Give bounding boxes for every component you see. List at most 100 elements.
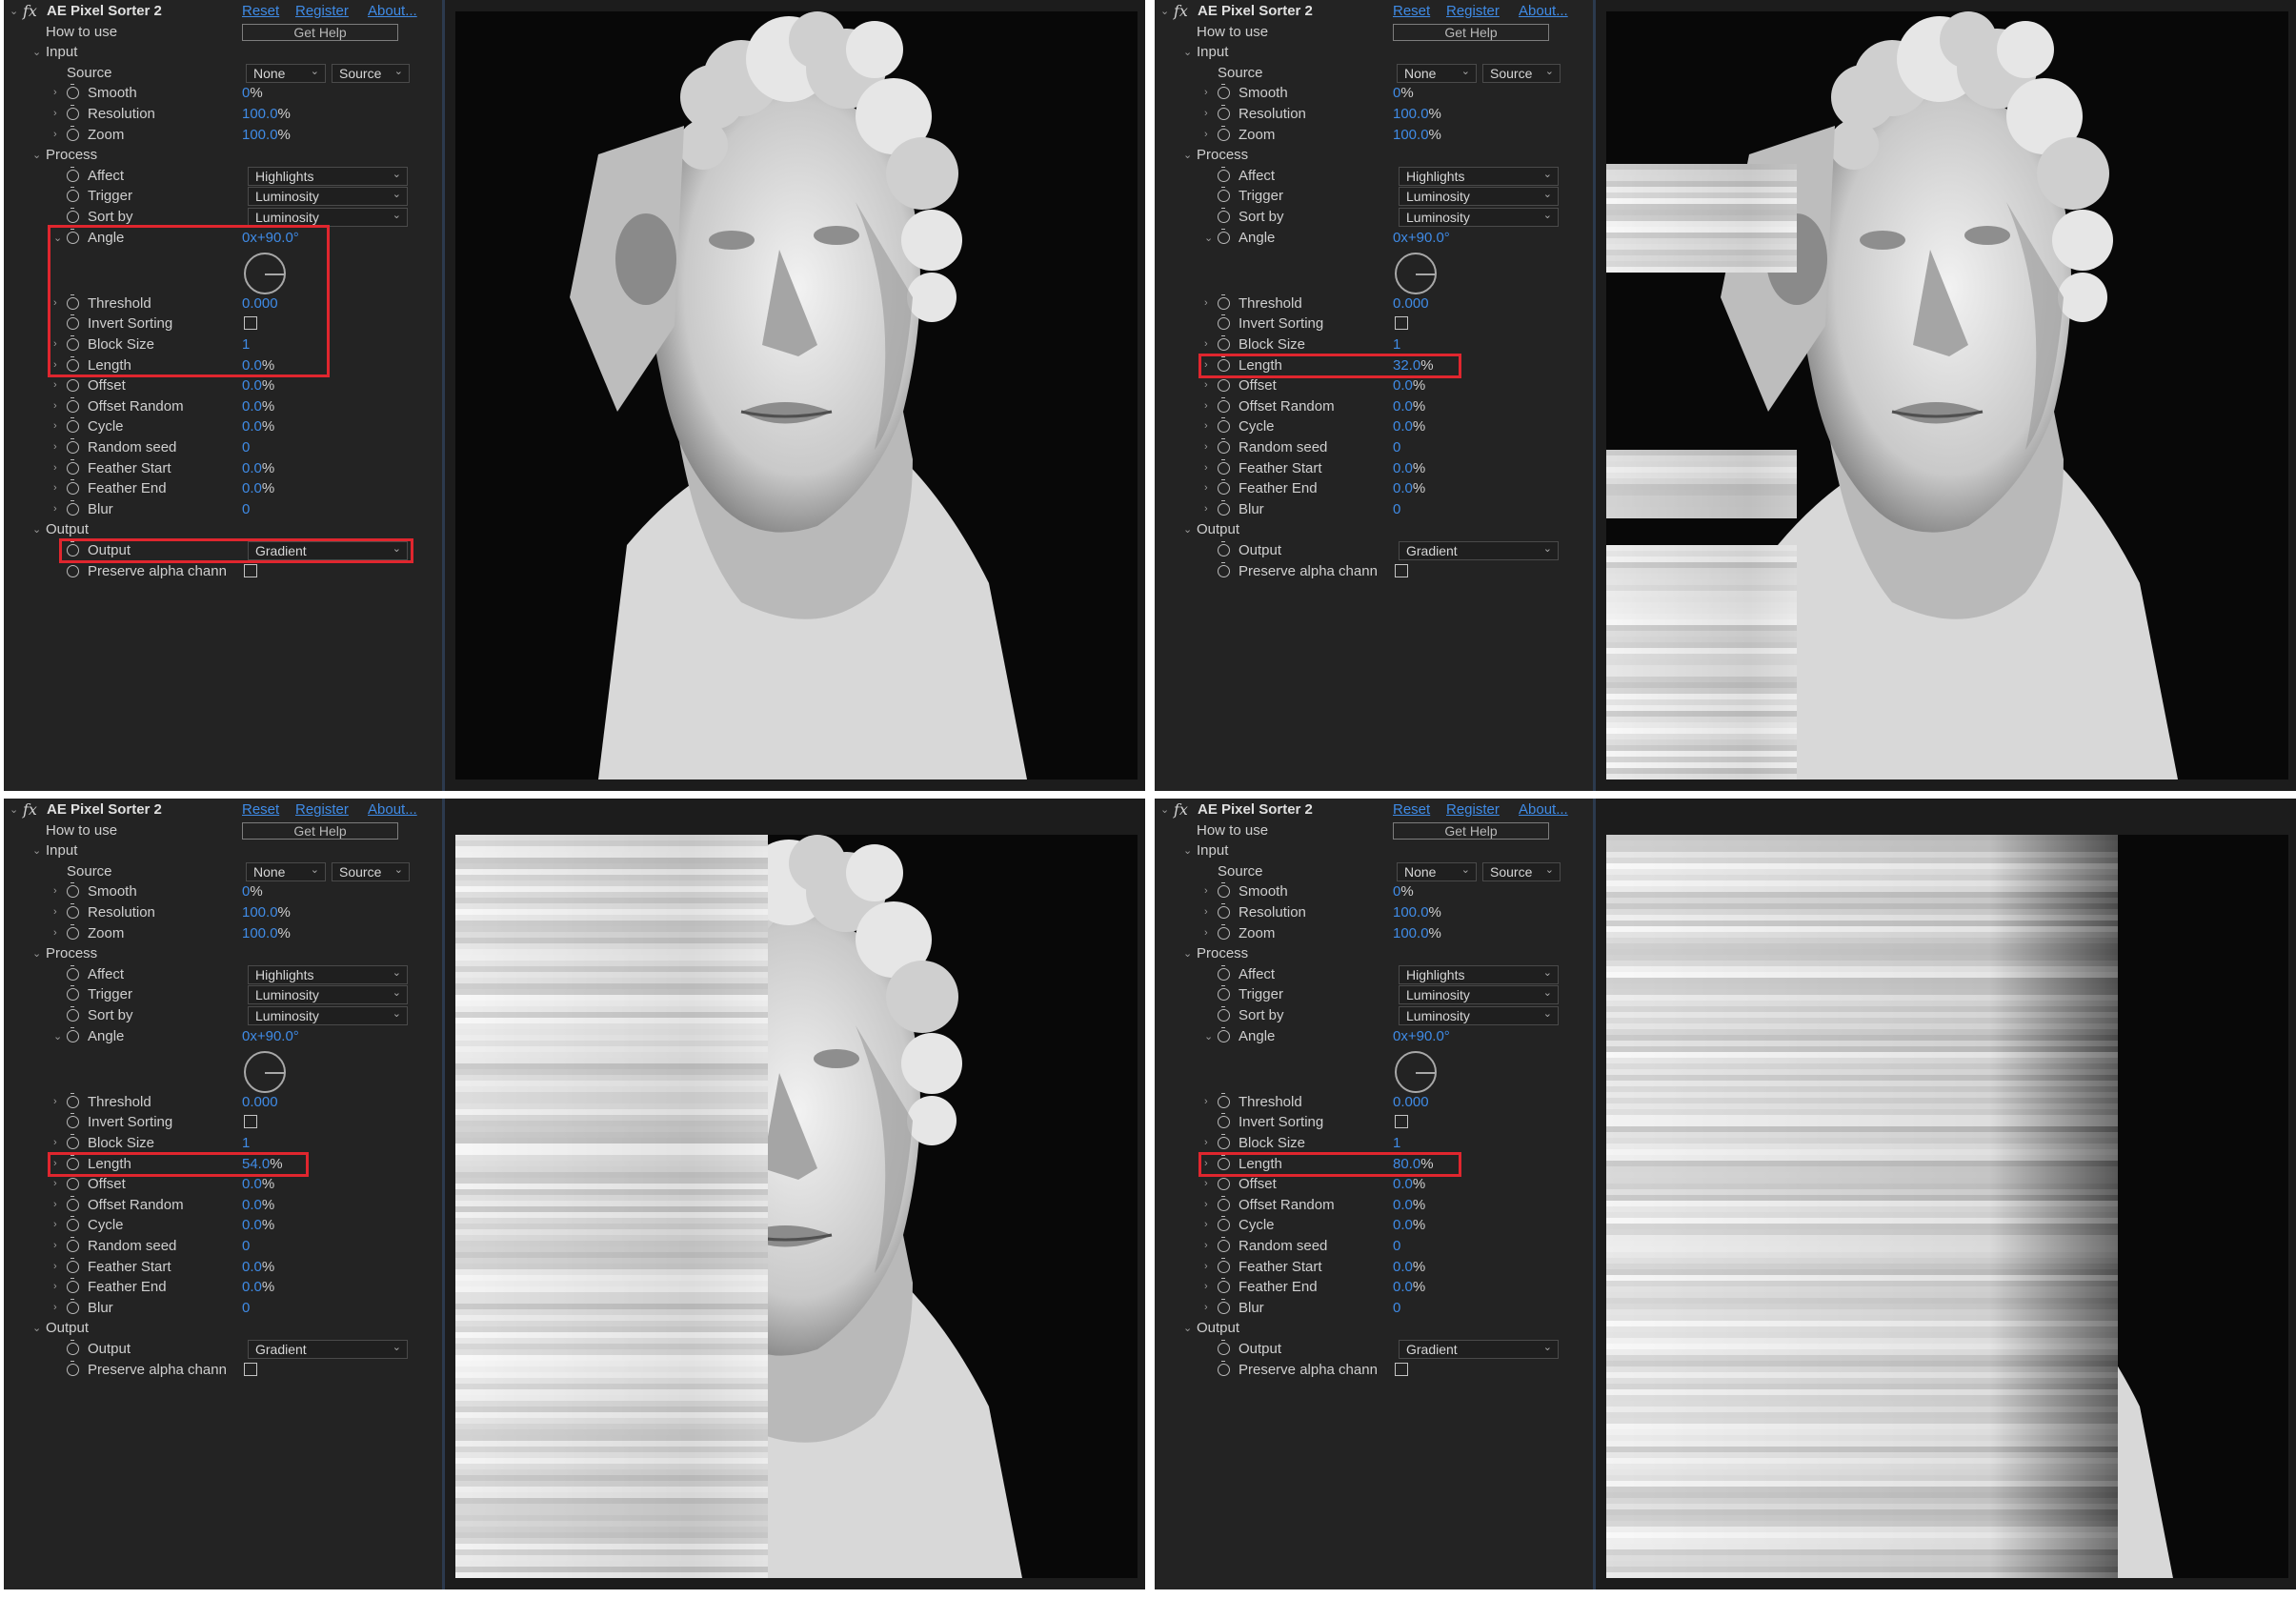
smooth-value[interactable]: 0% [1393, 883, 1414, 900]
smooth-value[interactable]: 0% [1393, 85, 1414, 101]
cycle-number[interactable]: 0.0 [242, 1217, 262, 1233]
stopwatch-icon[interactable] [1218, 228, 1230, 244]
offset-random-number[interactable]: 0.0 [1393, 1197, 1413, 1213]
trigger-dropdown[interactable]: Luminosity ⌄ [248, 187, 408, 207]
blur-number[interactable]: 0 [242, 501, 250, 517]
trigger-dropdown[interactable]: Luminosity ⌄ [1399, 985, 1559, 1005]
expand-chevron-icon[interactable]: › [53, 1261, 63, 1272]
reset-link[interactable]: Reset [242, 3, 279, 19]
expand-chevron-icon[interactable]: › [1204, 885, 1214, 897]
cycle-value[interactable]: 0.0% [242, 418, 274, 435]
feather-end-number[interactable]: 0.0 [1393, 480, 1413, 496]
expand-chevron-icon[interactable]: › [53, 379, 63, 391]
resolution-value[interactable]: 100.0% [242, 106, 291, 122]
stopwatch-icon[interactable] [1218, 417, 1230, 434]
stopwatch-icon[interactable] [1218, 334, 1230, 351]
random-seed-value[interactable]: 0 [242, 439, 250, 455]
block-size-value[interactable]: 1 [1393, 336, 1400, 353]
stopwatch-icon[interactable] [1218, 1133, 1230, 1149]
get-help-button[interactable]: Get Help [242, 23, 398, 41]
expand-chevron-icon[interactable]: › [53, 927, 63, 939]
offset-random-value[interactable]: 0.0% [1393, 1197, 1425, 1213]
block-size-value[interactable]: 1 [242, 1135, 250, 1151]
invert-sorting-checkbox[interactable] [244, 1115, 257, 1129]
expand-chevron-icon[interactable]: › [1204, 482, 1214, 494]
expand-chevron-icon[interactable]: › [53, 462, 63, 474]
stopwatch-icon[interactable] [67, 1278, 79, 1294]
stopwatch-icon[interactable] [1218, 923, 1230, 940]
offset-random-number[interactable]: 0.0 [1393, 398, 1413, 415]
about-link[interactable]: About... [368, 3, 417, 19]
trigger-dropdown[interactable]: Luminosity ⌄ [248, 985, 408, 1005]
expand-chevron-icon[interactable]: › [1204, 1219, 1214, 1230]
random-seed-number[interactable]: 0 [1393, 1238, 1400, 1254]
stopwatch-icon[interactable] [1218, 314, 1230, 331]
stopwatch-icon[interactable] [1218, 396, 1230, 413]
stopwatch-icon[interactable] [67, 1216, 79, 1232]
get-help-button[interactable]: Get Help [1393, 23, 1549, 41]
stopwatch-icon[interactable] [1218, 1113, 1230, 1129]
smooth-value[interactable]: 0% [242, 883, 263, 900]
stopwatch-icon[interactable] [67, 1006, 79, 1022]
threshold-number[interactable]: 0.000 [242, 1094, 278, 1110]
expand-chevron-icon[interactable]: › [53, 885, 63, 897]
group-chevron-icon[interactable]: ⌄ [1183, 947, 1193, 960]
blur-value[interactable]: 0 [242, 501, 250, 517]
feather-end-value[interactable]: 0.0% [1393, 480, 1425, 496]
blur-value[interactable]: 0 [1393, 1300, 1400, 1316]
about-link[interactable]: About... [1519, 3, 1568, 19]
stopwatch-icon[interactable] [67, 187, 79, 203]
stopwatch-icon[interactable] [1218, 1236, 1230, 1252]
blur-number[interactable]: 0 [242, 1300, 250, 1316]
expand-chevron-icon[interactable]: › [53, 1240, 63, 1251]
collapse-chevron-icon[interactable]: ⌄ [10, 803, 19, 816]
stopwatch-icon[interactable] [67, 985, 79, 1002]
expand-chevron-icon[interactable]: › [53, 400, 63, 412]
stopwatch-icon[interactable] [67, 964, 79, 981]
source-layer-dropdown[interactable]: Source ⌄ [1482, 861, 1561, 881]
zoom-number[interactable]: 100.0 [242, 127, 278, 143]
expand-chevron-icon[interactable]: › [53, 87, 63, 98]
random-seed-number[interactable]: 0 [242, 1238, 250, 1254]
expand-chevron-icon[interactable]: › [1204, 1096, 1214, 1107]
smooth-value[interactable]: 0% [242, 85, 263, 101]
group-chevron-icon[interactable]: ⌄ [1183, 844, 1193, 857]
offset-value[interactable]: 0.0% [242, 377, 274, 394]
stopwatch-icon[interactable] [67, 1298, 79, 1314]
expand-chevron-icon[interactable]: › [1204, 1137, 1214, 1148]
stopwatch-icon[interactable] [67, 437, 79, 454]
expand-chevron-icon[interactable]: › [53, 1096, 63, 1107]
threshold-number[interactable]: 0.000 [1393, 295, 1429, 312]
offset-value[interactable]: 0.0% [1393, 1176, 1425, 1192]
expand-chevron-icon[interactable]: › [1204, 906, 1214, 918]
output-dropdown[interactable]: Gradient ⌄ [1399, 1339, 1559, 1359]
blur-value[interactable]: 0 [1393, 501, 1400, 517]
stopwatch-icon[interactable] [67, 1092, 79, 1108]
expand-chevron-icon[interactable]: › [53, 1281, 63, 1292]
resolution-number[interactable]: 100.0 [1393, 106, 1429, 122]
expand-chevron-icon[interactable]: › [1204, 927, 1214, 939]
group-chevron-icon[interactable]: ⌄ [32, 46, 42, 58]
about-link[interactable]: About... [368, 801, 417, 818]
group-chevron-icon[interactable]: ⌄ [32, 149, 42, 161]
expand-chevron-icon[interactable]: ⌄ [1204, 1030, 1214, 1042]
stopwatch-icon[interactable] [1218, 1216, 1230, 1232]
feather-start-number[interactable]: 0.0 [242, 1259, 262, 1275]
block-size-number[interactable]: 1 [1393, 1135, 1400, 1151]
stopwatch-icon[interactable] [67, 1195, 79, 1211]
expand-chevron-icon[interactable]: › [53, 482, 63, 494]
source-dropdown[interactable]: None ⌄ [246, 63, 326, 83]
cycle-value[interactable]: 0.0% [1393, 418, 1425, 435]
angle-dial[interactable] [244, 1051, 286, 1094]
zoom-value[interactable]: 100.0% [1393, 925, 1441, 941]
stopwatch-icon[interactable] [67, 1257, 79, 1273]
feather-start-value[interactable]: 0.0% [1393, 1259, 1425, 1275]
offset-number[interactable]: 0.0 [242, 1176, 262, 1192]
output-dropdown[interactable]: Gradient ⌄ [1399, 540, 1559, 560]
sort-by-dropdown[interactable]: Luminosity ⌄ [1399, 208, 1559, 227]
group-chevron-icon[interactable]: ⌄ [1183, 1322, 1193, 1334]
zoom-number[interactable]: 100.0 [1393, 925, 1429, 941]
cycle-value[interactable]: 0.0% [242, 1217, 274, 1233]
stopwatch-icon[interactable] [1218, 1006, 1230, 1022]
cycle-number[interactable]: 0.0 [1393, 418, 1413, 435]
